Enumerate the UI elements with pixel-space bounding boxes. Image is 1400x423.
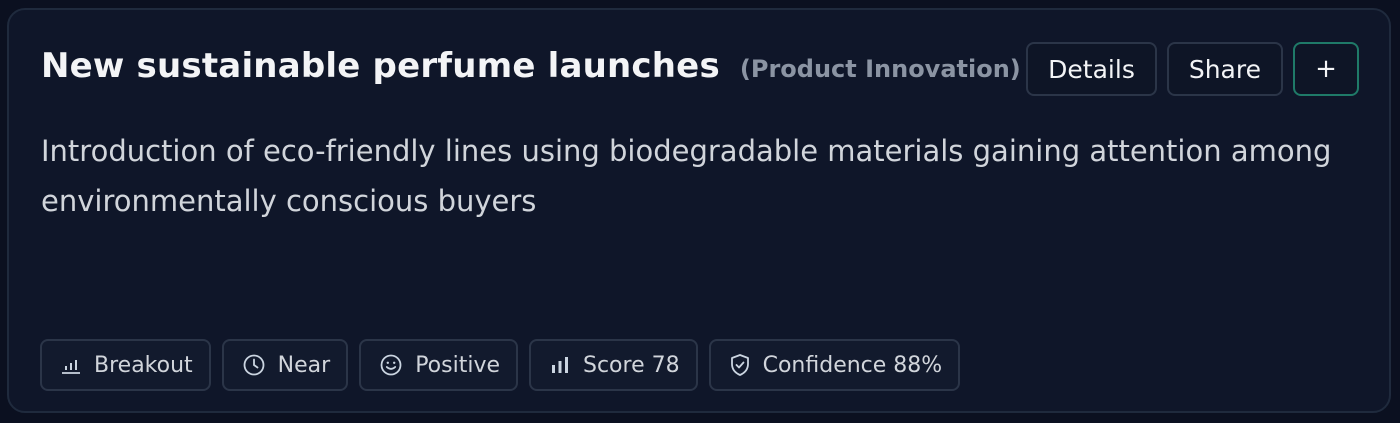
bar-chart-icon xyxy=(62,360,80,374)
chip-row: Breakout Near Positive Score 78 Confiden… xyxy=(40,339,961,391)
chip-timing: Near xyxy=(221,339,349,391)
share-button[interactable]: Share xyxy=(1166,42,1283,96)
chip-label: Confidence 88% xyxy=(762,352,943,378)
clock-icon xyxy=(243,354,265,376)
chip-label: Score 78 xyxy=(583,352,680,378)
chip-confidence: Confidence 88% xyxy=(708,339,961,391)
chip-score: Score 78 xyxy=(529,339,698,391)
chip-label: Positive xyxy=(415,352,500,378)
card-description: Introduction of eco-friendly lines using… xyxy=(41,134,1332,218)
add-button[interactable]: + xyxy=(1293,42,1359,96)
signal-bars-icon xyxy=(552,357,568,373)
card-actions: Details Share + xyxy=(1026,42,1359,96)
chip-sentiment: Positive xyxy=(359,339,518,391)
details-button[interactable]: Details xyxy=(1026,42,1157,96)
chip-label: Breakout xyxy=(94,352,193,378)
smiley-icon xyxy=(380,354,402,376)
card-header: New sustainable perfume launches (Produc… xyxy=(41,46,1021,86)
chip-breakout: Breakout xyxy=(40,339,211,391)
chip-label: Near xyxy=(277,352,331,378)
card-title: New sustainable perfume launches xyxy=(41,46,720,86)
card-category: (Product Innovation) xyxy=(739,55,1021,83)
trend-card: New sustainable perfume launches (Produc… xyxy=(7,8,1391,413)
shield-check-icon xyxy=(730,354,749,376)
